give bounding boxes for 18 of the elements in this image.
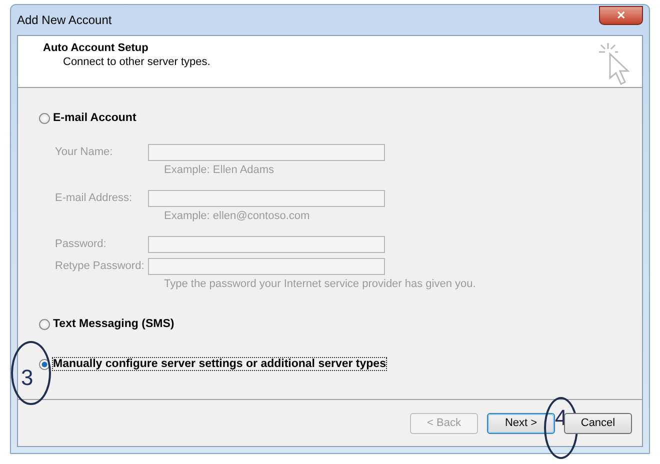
option-label[interactable]: E-mail Account	[53, 112, 136, 124]
field-label: E-mail Address:	[55, 192, 134, 204]
annotation-circle: 3	[11, 341, 51, 405]
header-subtitle: Connect to other server types.	[63, 56, 210, 68]
dialog-button[interactable]: Next >	[487, 412, 555, 434]
dialog-button[interactable]: Cancel	[564, 412, 632, 434]
radio-button[interactable]	[39, 318, 50, 330]
field-label: Password:	[55, 238, 108, 250]
field-hint: Type the password your Internet service provider has given you.	[164, 278, 477, 290]
radio-button[interactable]	[39, 112, 50, 124]
header-title: Auto Account Setup	[43, 42, 150, 54]
field-hint: Example: Ellen Adams	[164, 164, 276, 176]
option-label[interactable]: Text Messaging (SMS)	[53, 318, 174, 330]
field-label: Your Name:	[55, 146, 114, 158]
field-label: Retype Password:	[55, 260, 146, 272]
option-label[interactable]: Manually configure server settings or additional server types	[53, 358, 386, 370]
field-hint: Example: ellen@contoso.com	[164, 210, 311, 222]
window-title: Add New Account	[17, 13, 112, 27]
